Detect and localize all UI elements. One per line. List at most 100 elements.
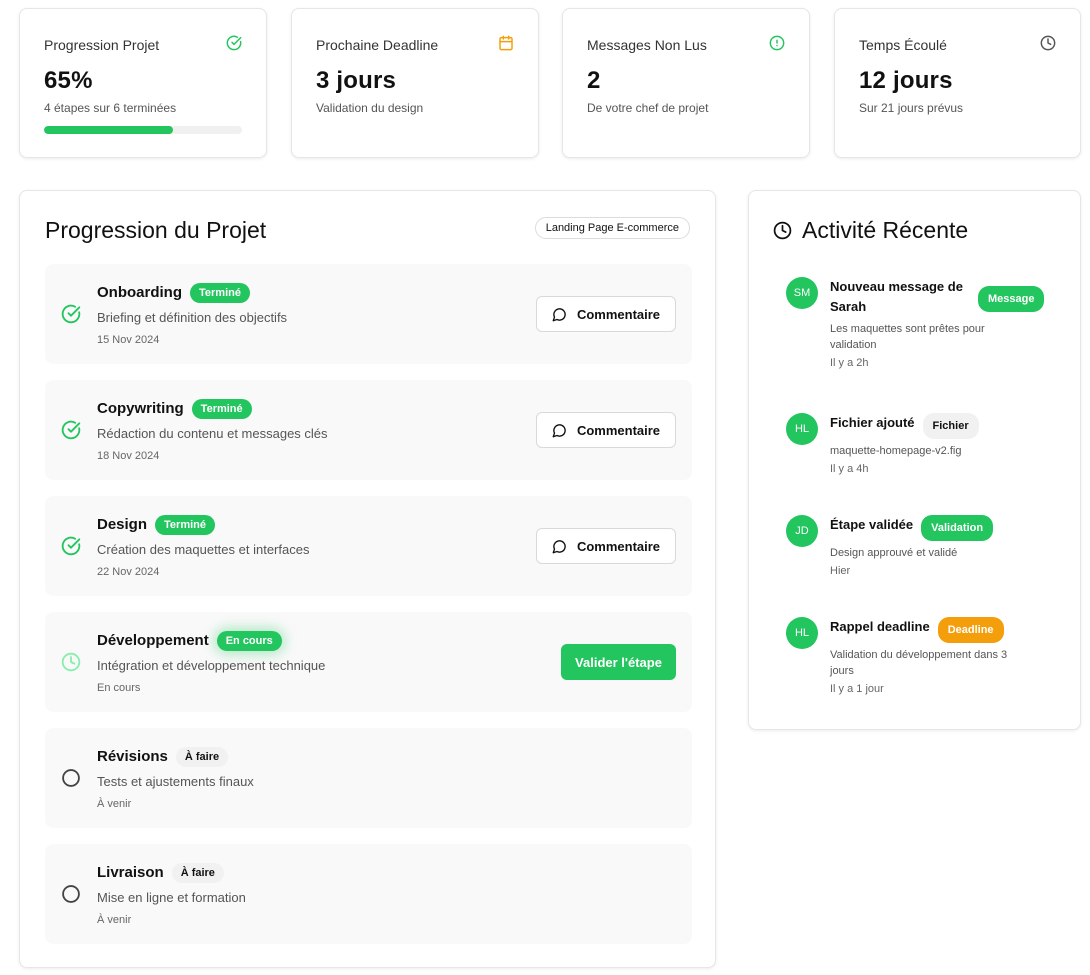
project-progress-panel: Progression du Projet Landing Page E-com…: [19, 190, 716, 968]
step-description: Rédaction du contenu et messages clés: [97, 426, 328, 441]
activity-header: Rappel deadline Deadline: [830, 617, 1055, 643]
stat-title: Temps Écoulé: [859, 37, 947, 53]
step-date: 18 Nov 2024: [97, 450, 160, 462]
step-name: Onboarding Terminé: [97, 283, 250, 303]
activity-time: Il y a 1 jour: [830, 683, 884, 695]
step-name-text: Design: [97, 516, 148, 533]
avatar: JD: [786, 515, 818, 547]
activity-header: Étape validée Validation: [830, 515, 1055, 541]
comment-button-label: Commentaire: [576, 538, 661, 554]
activity-time: Il y a 2h: [830, 357, 869, 369]
project-tag: Landing Page E-commerce: [534, 217, 690, 239]
step-name: Copywriting Terminé: [97, 399, 252, 419]
validate-step-button[interactable]: Valider l'étape: [561, 644, 676, 680]
activity-badge: Fichier: [922, 413, 979, 439]
progress-bar: [44, 126, 242, 134]
step-item: Révisions À faire Tests et ajustements fi…: [45, 728, 692, 828]
step-item: Développement En cours Intégration et dév…: [45, 612, 692, 712]
calendar-icon: [498, 35, 514, 51]
step-name: Design Terminé: [97, 515, 215, 535]
status-badge: Terminé: [190, 283, 250, 303]
activity-description: maquette-homepage-v2.fig: [830, 445, 962, 457]
stat-card-time: Temps Écoulé 12 jours Sur 21 jours prévu…: [834, 8, 1081, 158]
progress-bar-fill: [44, 126, 173, 134]
activity-title: Rappel deadline: [830, 619, 930, 634]
activity-title: Étape validée: [830, 517, 914, 532]
stat-subtitle: Sur 21 jours prévus: [859, 101, 964, 115]
stat-card-messages: Messages Non Lus 2 De votre chef de proj…: [562, 8, 810, 158]
comment-button[interactable]: Commentaire: [536, 412, 676, 448]
step-name: Révisions À faire: [97, 747, 229, 767]
clock-icon: [61, 652, 81, 672]
alert-circle-icon: [769, 35, 785, 51]
stat-title: Messages Non Lus: [587, 37, 707, 53]
step-name-text: Copywriting: [97, 400, 184, 417]
step-name: Développement En cours: [97, 631, 282, 651]
comment-button[interactable]: Commentaire: [536, 296, 676, 332]
step-description: Mise en ligne et formation: [97, 890, 246, 905]
panel-title: Progression du Projet: [45, 217, 267, 243]
activity-description: Les maquettes sont prêtes pour validatio…: [830, 323, 985, 351]
step-item: Onboarding Terminé Briefing et définition…: [45, 264, 692, 364]
stat-title: Progression Projet: [44, 37, 160, 53]
step-date: 22 Nov 2024: [97, 566, 160, 578]
activity-description: Validation du développement dans 3 jours: [830, 649, 1008, 677]
clock-icon: [773, 221, 792, 240]
status-badge: Terminé: [155, 515, 215, 535]
check-circle-icon: [61, 420, 81, 440]
step-description: Briefing et définition des objectifs: [97, 310, 288, 325]
step-item: Copywriting Terminé Rédaction du contenu …: [45, 380, 692, 480]
stat-card-progress: Progression Projet 65% 4 étapes sur 6 te…: [19, 8, 267, 158]
stat-value: 2: [587, 67, 601, 94]
step-description: Intégration et développement technique: [97, 658, 326, 673]
step-name-text: Développement: [97, 632, 209, 649]
step-name-text: Révisions: [97, 748, 168, 765]
activity-header: Fichier ajouté Fichier: [830, 413, 1055, 439]
step-name: Livraison À faire: [97, 863, 224, 883]
comment-button[interactable]: Commentaire: [536, 528, 676, 564]
status-badge: À faire: [175, 747, 229, 767]
step-date: À venir: [97, 914, 132, 926]
step-date: À venir: [97, 798, 132, 810]
comment-button-label: Commentaire: [576, 422, 661, 438]
status-badge: Terminé: [191, 399, 252, 419]
step-name-text: Livraison: [97, 864, 164, 881]
step-item: Design Terminé Création des maquettes et …: [45, 496, 692, 596]
stat-value: 3 jours: [316, 67, 397, 94]
stat-value: 12 jours: [859, 67, 953, 94]
activity-time: Hier: [830, 565, 851, 577]
circle-icon: [61, 768, 81, 788]
check-circle-icon: [61, 304, 81, 324]
panel-title-text: Activité Récente: [802, 217, 969, 243]
message-circle-icon: [552, 423, 566, 437]
comment-button-label: Commentaire: [576, 306, 661, 322]
step-description: Tests et ajustements finaux: [97, 774, 254, 789]
message-circle-icon: [552, 539, 566, 553]
activity-title: Fichier ajouté: [830, 415, 915, 430]
circle-icon: [61, 884, 81, 904]
activity-badge: Message: [978, 286, 1045, 312]
recent-activity-panel: Activité Récente SM Nouveau message de S…: [748, 190, 1081, 730]
check-circle-icon: [226, 35, 242, 51]
activity-badge: Validation: [921, 515, 994, 541]
activity-badge: Deadline: [937, 617, 1004, 643]
status-badge: En cours: [216, 631, 282, 651]
step-name-text: Onboarding: [97, 284, 182, 301]
activity-description: Design approuvé et validé: [830, 547, 958, 559]
status-badge: À faire: [171, 863, 224, 883]
check-circle-icon: [61, 536, 81, 556]
stat-subtitle: De votre chef de projet: [587, 101, 709, 115]
step-date: En cours: [97, 682, 141, 694]
step-description: Création des maquettes et interfaces: [97, 542, 310, 557]
avatar: SM: [786, 277, 818, 309]
clock-icon: [1040, 35, 1056, 51]
activity-header: Nouveau message de Sarah Message: [830, 277, 1055, 317]
step-item: Livraison À faire Mise en ligne et format…: [45, 844, 692, 944]
stat-subtitle: Validation du design: [316, 101, 424, 115]
message-circle-icon: [552, 307, 566, 321]
panel-title: Activité Récente: [773, 217, 968, 244]
avatar: HL: [786, 617, 818, 649]
stat-value: 65%: [44, 67, 93, 94]
stat-subtitle: 4 étapes sur 6 terminées: [44, 101, 177, 115]
step-date: 15 Nov 2024: [97, 334, 160, 346]
